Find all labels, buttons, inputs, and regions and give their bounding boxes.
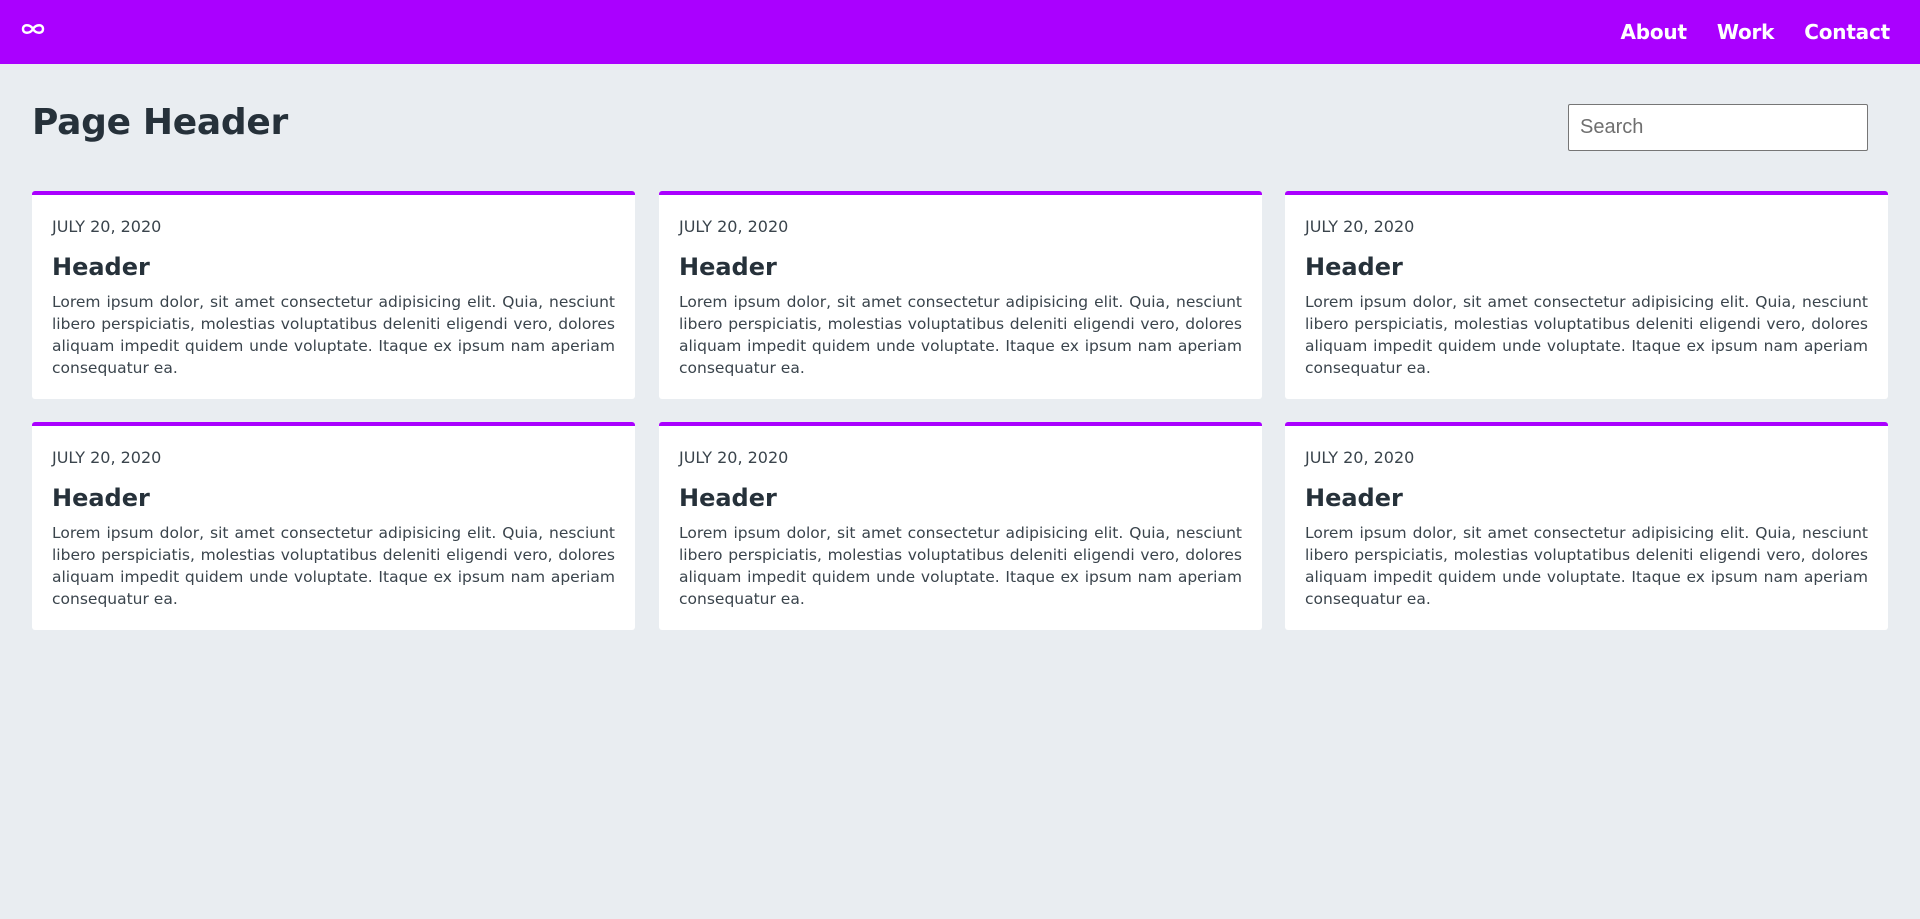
card-body: Lorem ipsum dolor, sit amet consectetur … — [52, 524, 615, 608]
infinity-icon[interactable] — [20, 20, 46, 38]
nav-link-work[interactable]: Work — [1717, 20, 1775, 44]
card-date: JULY 20, 2020 — [52, 217, 162, 236]
card: JULY 20, 2020 Header Lorem ipsum dolor, … — [659, 191, 1262, 399]
card-date: JULY 20, 2020 — [52, 448, 162, 467]
search-input[interactable] — [1568, 104, 1868, 151]
card-header: Header — [679, 484, 777, 512]
nav-link-about[interactable]: About — [1620, 20, 1687, 44]
infinity-icon-graphic — [21, 24, 45, 34]
card: JULY 20, 2020 Header Lorem ipsum dolor, … — [32, 191, 635, 399]
card-body: Lorem ipsum dolor, sit amet consectetur … — [1305, 524, 1868, 608]
card-body: Lorem ipsum dolor, sit amet consectetur … — [679, 293, 1242, 377]
card-date: JULY 20, 2020 — [679, 217, 789, 236]
top-navbar: About Work Contact — [0, 0, 1920, 64]
card-date: JULY 20, 2020 — [1305, 448, 1415, 467]
card-body: Lorem ipsum dolor, sit amet consectetur … — [52, 293, 615, 377]
nav-link-contact[interactable]: Contact — [1804, 20, 1890, 44]
card-header: Header — [1305, 484, 1403, 512]
card-header: Header — [679, 253, 777, 281]
card-header: Header — [52, 253, 150, 281]
card-date: JULY 20, 2020 — [679, 448, 789, 467]
main-nav: About Work Contact — [1620, 20, 1890, 44]
card-date: JULY 20, 2020 — [1305, 217, 1415, 236]
card: JULY 20, 2020 Header Lorem ipsum dolor, … — [659, 422, 1262, 630]
page-title: Page Header — [32, 102, 288, 143]
card-header: Header — [52, 484, 150, 512]
card: JULY 20, 2020 Header Lorem ipsum dolor, … — [1285, 191, 1888, 399]
card: JULY 20, 2020 Header Lorem ipsum dolor, … — [1285, 422, 1888, 630]
card-body: Lorem ipsum dolor, sit amet consectetur … — [679, 524, 1242, 608]
card-header: Header — [1305, 253, 1403, 281]
card: JULY 20, 2020 Header Lorem ipsum dolor, … — [32, 422, 635, 630]
card-body: Lorem ipsum dolor, sit amet consectetur … — [1305, 293, 1868, 377]
